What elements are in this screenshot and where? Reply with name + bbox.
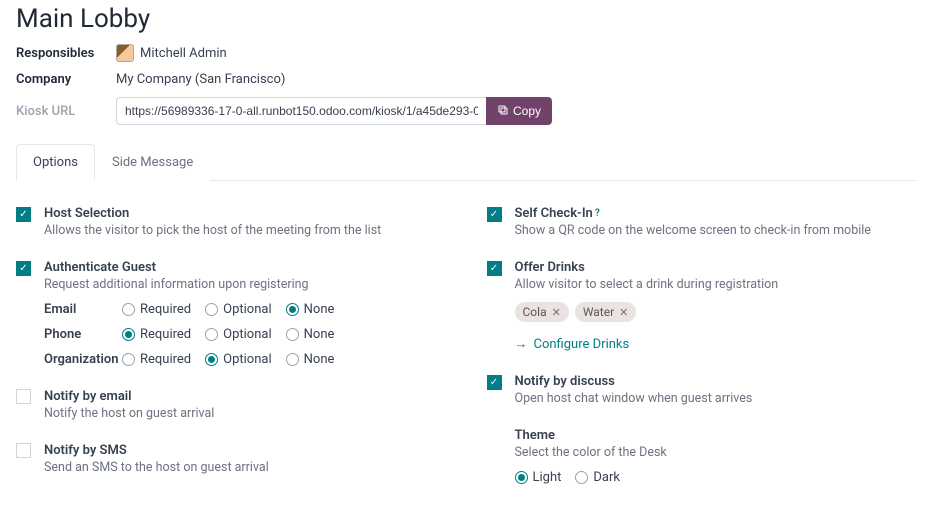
responsibles-value[interactable]: Mitchell Admin <box>116 44 227 62</box>
copy-label: Copy <box>513 104 541 118</box>
notify-email-checkbox[interactable] <box>16 389 31 404</box>
notify-sms-checkbox[interactable] <box>16 443 31 458</box>
responsibles-name: Mitchell Admin <box>140 46 227 61</box>
copy-button[interactable]: Copy <box>486 97 552 125</box>
org-none-radio[interactable]: None <box>286 352 335 367</box>
host-selection-checkbox[interactable]: ✓ <box>16 207 31 222</box>
responsibles-label: Responsibles <box>16 46 116 61</box>
company-label: Company <box>16 72 116 87</box>
kiosk-url-input[interactable] <box>116 97 486 125</box>
company-row: Company My Company (San Francisco) <box>16 72 917 87</box>
phone-optional-radio[interactable]: Optional <box>205 327 271 342</box>
org-required-radio[interactable]: Required <box>122 352 191 367</box>
auth-guest-desc: Request additional information upon regi… <box>44 277 447 292</box>
close-icon[interactable]: ✕ <box>552 306 561 319</box>
self-checkin-title: Self Check-In? <box>515 206 600 221</box>
notify-sms-desc: Send an SMS to the host on guest arrival <box>44 460 447 475</box>
theme-desc: Select the color of the Desk <box>515 445 918 460</box>
phone-required-radio[interactable]: Required <box>122 327 191 342</box>
theme-dark-radio[interactable]: Dark <box>575 470 620 485</box>
responsibles-row: Responsibles Mitchell Admin <box>16 44 917 62</box>
arrow-right-icon: → <box>515 336 528 352</box>
page-title: Main Lobby <box>16 4 917 34</box>
auth-guest-title: Authenticate Guest <box>44 260 156 275</box>
host-selection-desc: Allows the visitor to pick the host of t… <box>44 223 447 238</box>
self-checkin-desc: Show a QR code on the welcome screen to … <box>515 223 918 238</box>
tab-side-message[interactable]: Side Message <box>95 144 210 181</box>
email-label: Email <box>44 302 122 317</box>
notify-email-title: Notify by email <box>44 389 132 404</box>
notify-email-desc: Notify the host on guest arrival <box>44 406 447 421</box>
host-selection-title: Host Selection <box>44 206 129 221</box>
org-optional-radio[interactable]: Optional <box>205 352 271 367</box>
kiosk-label: Kiosk URL <box>16 104 116 119</box>
theme-light-radio[interactable]: Light <box>515 470 562 485</box>
email-required-radio[interactable]: Required <box>122 302 191 317</box>
theme-title: Theme <box>515 428 556 443</box>
org-label: Organization <box>44 352 122 367</box>
company-value[interactable]: My Company (San Francisco) <box>116 72 285 87</box>
tab-options[interactable]: Options <box>16 144 95 181</box>
offer-drinks-title: Offer Drinks <box>515 260 585 275</box>
offer-drinks-checkbox[interactable]: ✓ <box>487 261 502 276</box>
phone-none-radio[interactable]: None <box>286 327 335 342</box>
help-icon[interactable]: ? <box>595 208 600 219</box>
drink-tag-cola[interactable]: Cola✕ <box>515 302 569 322</box>
kiosk-row: Kiosk URL Copy <box>16 97 917 125</box>
drink-tag-water[interactable]: Water✕ <box>575 302 637 322</box>
self-checkin-checkbox[interactable]: ✓ <box>487 207 502 222</box>
phone-label: Phone <box>44 327 122 342</box>
tabs: Options Side Message <box>16 143 917 181</box>
auth-guest-checkbox[interactable]: ✓ <box>16 261 31 276</box>
notify-discuss-title: Notify by discuss <box>515 374 615 389</box>
close-icon[interactable]: ✕ <box>619 306 628 319</box>
avatar <box>116 44 134 62</box>
offer-drinks-desc: Allow visitor to select a drink during r… <box>515 277 918 292</box>
configure-drinks-link[interactable]: → Configure Drinks <box>515 336 630 352</box>
notify-discuss-checkbox[interactable]: ✓ <box>487 375 502 390</box>
notify-sms-title: Notify by SMS <box>44 443 127 458</box>
notify-discuss-desc: Open host chat window when guest arrives <box>515 391 918 406</box>
copy-icon <box>497 104 509 119</box>
email-none-radio[interactable]: None <box>286 302 335 317</box>
email-optional-radio[interactable]: Optional <box>205 302 271 317</box>
